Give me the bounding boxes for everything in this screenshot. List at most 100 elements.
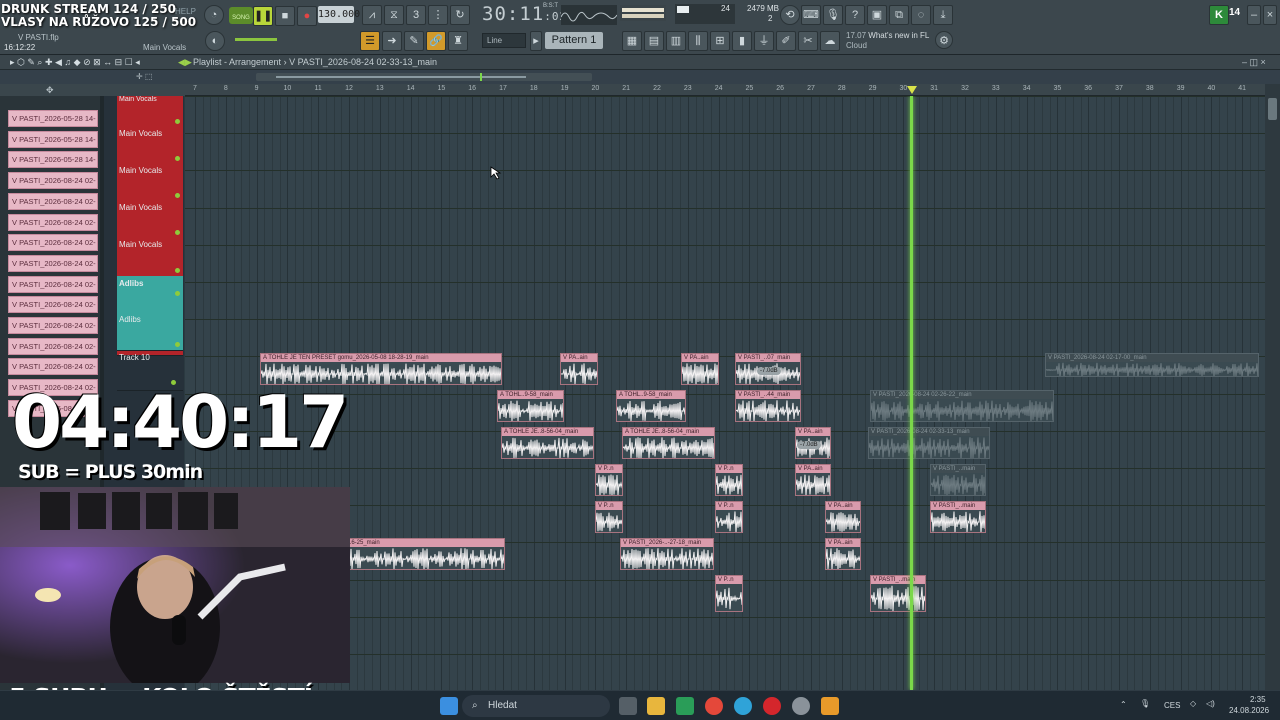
- store-icon[interactable]: [676, 697, 694, 715]
- link-icon[interactable]: 🔗: [426, 31, 446, 51]
- snap-select[interactable]: Line: [482, 33, 526, 48]
- breadcrumb[interactable]: Playlist - Arrangement › V PASTI_2026-08…: [193, 57, 437, 67]
- picker-clip-item[interactable]: V PASTI_2026-08-24 02-: [8, 337, 98, 355]
- picker-clip-item[interactable]: V PASTI_2026-08-24 02-: [8, 234, 98, 252]
- playlist-snap-icon[interactable]: ☰: [360, 31, 380, 51]
- audio-clip[interactable]: A TOHLE JE..8-56-04_main: [501, 427, 594, 459]
- fl-studio-icon[interactable]: [821, 697, 839, 715]
- help-icon[interactable]: ?: [845, 5, 865, 25]
- network-icon[interactable]: ◇: [1190, 699, 1196, 708]
- mixer-icon[interactable]: ⧉: [889, 5, 909, 25]
- picker-clip-item[interactable]: V PASTI_2026-05-28 14-: [8, 130, 98, 148]
- audio-clip[interactable]: V PA..ain: [825, 501, 861, 533]
- piano-roll-icon[interactable]: ▦: [622, 31, 642, 51]
- edge-icon[interactable]: [734, 697, 752, 715]
- tray-mic-icon[interactable]: 🎙: [1140, 699, 1150, 708]
- overview-scroller[interactable]: [256, 73, 592, 81]
- audio-clip[interactable]: V PASTI_..main: [930, 501, 986, 533]
- track-adlibs[interactable]: Adlibs Adlibs: [117, 276, 183, 351]
- picker-clip-item[interactable]: V PASTI_2026-08-24 02-: [8, 172, 98, 190]
- save-icon[interactable]: ▣: [867, 5, 887, 25]
- audio-clip[interactable]: A TOHL..9-58_main: [616, 390, 686, 422]
- record-icon[interactable]: ✂: [798, 31, 818, 51]
- move-icon[interactable]: ✥: [46, 85, 54, 96]
- taskbar-search[interactable]: ⌕ Hledat: [462, 695, 610, 717]
- playlist-tools-icons[interactable]: ▸ ⬡ ✎ ⌕ ✚ ◀ ♫ ◆ ⊘ ⊠ ↔ ⊟ ☐ ◂: [10, 57, 140, 68]
- playlist-vertical-scrollbar[interactable]: [1265, 84, 1280, 690]
- audio-clip[interactable]: A TOHLE JE..8-56-04_main: [622, 427, 715, 459]
- start-menu-icon[interactable]: [440, 697, 458, 715]
- pattern-prev-icon[interactable]: ▸: [530, 31, 542, 51]
- audio-clip[interactable]: V PASTI_2026-08-24 02-17-00_main: [1045, 353, 1259, 377]
- typing-keyboard-icon[interactable]: ⌨: [801, 5, 821, 25]
- zoom-controls[interactable]: ✛ ⬚: [136, 72, 152, 81]
- audio-clip[interactable]: V PA..ain: [681, 353, 719, 385]
- pencil-icon[interactable]: ✎: [404, 31, 424, 51]
- picker-clip-item[interactable]: V PASTI_2026-08-24 02-: [8, 192, 98, 210]
- brush-icon[interactable]: ✐: [776, 31, 796, 51]
- step-sequencer-icon[interactable]: ▤: [644, 31, 664, 51]
- picker-clip-item[interactable]: V PASTI_2026-08-24 02-: [8, 254, 98, 272]
- channel-rack-icon[interactable]: ▥: [666, 31, 686, 51]
- stamp-icon[interactable]: ♜: [448, 31, 468, 51]
- audio-clip[interactable]: V P..n: [715, 501, 743, 533]
- audio-clip[interactable]: V P..n: [595, 501, 623, 533]
- language-indicator[interactable]: CES: [1164, 701, 1180, 710]
- audio-clip[interactable]: A TOHL..9-58_main: [497, 390, 564, 422]
- record-mode-icon[interactable]: ◔: [204, 5, 224, 25]
- track-led-icon[interactable]: [175, 156, 180, 161]
- arrow-tool-icon[interactable]: ➜: [382, 31, 402, 51]
- audio-clip[interactable]: V PASTI_..main: [930, 464, 986, 496]
- picker-clip-item[interactable]: V PASTI_2026-08-24 02-: [8, 317, 98, 334]
- track-led-icon[interactable]: [175, 291, 180, 296]
- cloud-icon[interactable]: ☁: [820, 31, 840, 51]
- audio-clip[interactable]: V PA..ain: [825, 538, 861, 570]
- mixer-view-icon[interactable]: ⫼: [688, 31, 708, 51]
- playhead-marker-icon[interactable]: [907, 86, 917, 94]
- audio-clip[interactable]: V PA..ain: [560, 353, 598, 385]
- master-pitch-knob[interactable]: ◐: [205, 31, 225, 51]
- audio-clip[interactable]: V PA..ain: [795, 464, 831, 496]
- audio-clip[interactable]: V PASTI_2026-08-24 02-33-13_main: [868, 427, 990, 459]
- audio-clip[interactable]: V P..n: [715, 575, 743, 612]
- microphone-icon[interactable]: 🎙: [823, 5, 843, 25]
- audio-clip[interactable]: ..6-25_main: [345, 538, 505, 570]
- wait-input-icon[interactable]: ⧖: [384, 5, 404, 25]
- picker-clip-item[interactable]: V PASTI_2026-08-24 02-: [8, 275, 98, 293]
- tempo-display[interactable]: 130.000: [318, 6, 360, 23]
- file-explorer-icon[interactable]: [647, 697, 665, 715]
- playlist-window-controls[interactable]: – ◫ ×: [1242, 57, 1266, 68]
- step-edit-icon[interactable]: ⋮: [428, 5, 448, 25]
- undo-history-icon[interactable]: ⟲: [780, 5, 800, 25]
- taskbar-time[interactable]: 2:35: [1250, 695, 1266, 704]
- news-settings-icon[interactable]: ⚙: [935, 31, 953, 49]
- task-view-icon[interactable]: [619, 697, 637, 715]
- picker-clip-item[interactable]: V PASTI_2026-05-28 14-: [8, 110, 98, 127]
- chat-icon[interactable]: ◌: [911, 5, 931, 25]
- track-led-icon[interactable]: [175, 119, 180, 124]
- download-icon[interactable]: ⤓: [933, 5, 953, 25]
- countdown-icon[interactable]: 3: [406, 5, 426, 25]
- audio-clip[interactable]: V P..n: [715, 464, 743, 496]
- track-led-icon[interactable]: [175, 342, 180, 347]
- picker-clip-item[interactable]: V PASTI_2026-08-24 02-: [8, 358, 98, 376]
- tray-chevron-icon[interactable]: ⌃: [1120, 700, 1127, 709]
- song-mode-button[interactable]: SONG: [229, 7, 253, 24]
- kick-logo-icon[interactable]: K: [1209, 5, 1229, 25]
- picker-clip-item[interactable]: V PASTI_2026-08-24 02-: [8, 213, 98, 231]
- plug-icon[interactable]: ⏚: [754, 31, 774, 51]
- taskbar-date[interactable]: 24.08.2026: [1229, 706, 1269, 715]
- plugin-icon[interactable]: ⊞: [710, 31, 730, 51]
- volume-icon[interactable]: ◁): [1206, 699, 1215, 708]
- browser-icon[interactable]: ▮: [732, 31, 752, 51]
- chrome-icon[interactable]: [705, 697, 723, 715]
- stop-button[interactable]: ■: [275, 6, 295, 26]
- audio-clip[interactable]: V PASTI_..44_main: [735, 390, 801, 422]
- timeline-ruler[interactable]: 7 8 9 10 11 12 13 14 15 16 17 18 19 20 21 22 23 24 25 26 27 2…: [185, 84, 1265, 96]
- audio-clip[interactable]: V P..n: [595, 464, 623, 496]
- pause-button[interactable]: ❚❚: [253, 6, 273, 26]
- track-led-icon[interactable]: [175, 193, 180, 198]
- metronome-icon[interactable]: ⩘: [362, 5, 382, 25]
- minimize-icon[interactable]: –: [1247, 5, 1261, 25]
- picker-clip-item[interactable]: V PASTI_2026-05-28 14-: [8, 151, 98, 169]
